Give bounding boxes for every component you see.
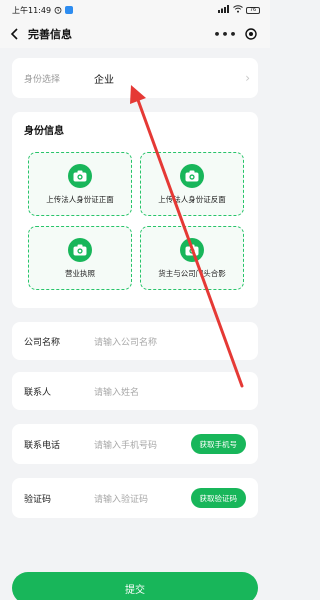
page-title: 完善信息 xyxy=(28,28,72,41)
get-phone-button[interactable]: 获取手机号 xyxy=(190,434,246,454)
contact-label: 联系人 xyxy=(24,387,52,398)
id-info-card: 身份信息 上传法人身份证正面 上传法人身份证反面 营业执照 货主与公司门头合影 xyxy=(12,112,258,308)
id-info-title: 身份信息 xyxy=(24,126,64,137)
more-menu-button[interactable]: ••• xyxy=(213,28,237,41)
tile-label: 营业执照 xyxy=(65,268,95,278)
company-input[interactable]: 请输入公司名称 xyxy=(94,335,246,348)
phone-input[interactable]: 请输入手机号码 xyxy=(94,438,191,451)
camera-icon xyxy=(180,237,204,262)
get-code-button[interactable]: 获取验证码 xyxy=(190,488,246,508)
company-label: 公司名称 xyxy=(24,337,61,348)
back-icon[interactable] xyxy=(8,27,22,41)
camera-icon xyxy=(68,163,92,188)
mini-program-capsule: ••• xyxy=(210,24,260,44)
code-label: 验证码 xyxy=(24,494,52,505)
upload-storefront-photo-tile[interactable]: 货主与公司门头合影 xyxy=(140,226,244,290)
close-target-icon[interactable] xyxy=(244,25,257,44)
phone-label: 联系电话 xyxy=(24,440,61,451)
upload-business-license-tile[interactable]: 营业执照 xyxy=(28,226,132,290)
identity-value: 企业 xyxy=(94,74,114,86)
contact-row: 联系人 请输入姓名 xyxy=(12,372,258,410)
status-left: 上午11:49 xyxy=(12,5,74,16)
status-time: 上午11:49 xyxy=(12,5,52,15)
tile-label: 货主与公司门头合影 xyxy=(158,268,226,278)
status-right: 76 xyxy=(218,5,260,15)
phone-row: 联系电话 请输入手机号码 获取手机号 xyxy=(12,424,258,464)
wifi-icon xyxy=(233,5,243,15)
identity-label: 身份选择 xyxy=(24,74,61,85)
chevron-right-icon: › xyxy=(245,71,250,85)
identity-select-row[interactable]: 身份选择 企业 › xyxy=(12,58,258,98)
signal-icon xyxy=(218,5,230,15)
submit-button[interactable]: 提交 xyxy=(12,572,258,600)
upload-id-front-tile[interactable]: 上传法人身份证正面 xyxy=(28,152,132,216)
tile-label: 上传法人身份证反面 xyxy=(158,194,226,204)
nav-bar: 完善信息 ••• xyxy=(0,20,270,48)
company-name-row: 公司名称 请输入公司名称 xyxy=(12,322,258,360)
alarm-icon xyxy=(54,6,62,14)
app-notification-icon xyxy=(65,6,74,14)
code-input[interactable]: 请输入验证码 xyxy=(94,492,191,505)
tile-label: 上传法人身份证正面 xyxy=(46,194,114,204)
camera-icon xyxy=(68,237,92,262)
camera-icon xyxy=(180,163,204,188)
battery-level: 76 xyxy=(249,6,257,13)
status-bar: 上午11:49 76 xyxy=(0,0,270,20)
upload-id-back-tile[interactable]: 上传法人身份证反面 xyxy=(140,152,244,216)
battery-icon: 76 xyxy=(246,6,260,14)
code-row: 验证码 请输入验证码 获取验证码 xyxy=(12,478,258,518)
contact-input[interactable]: 请输入姓名 xyxy=(94,385,246,398)
